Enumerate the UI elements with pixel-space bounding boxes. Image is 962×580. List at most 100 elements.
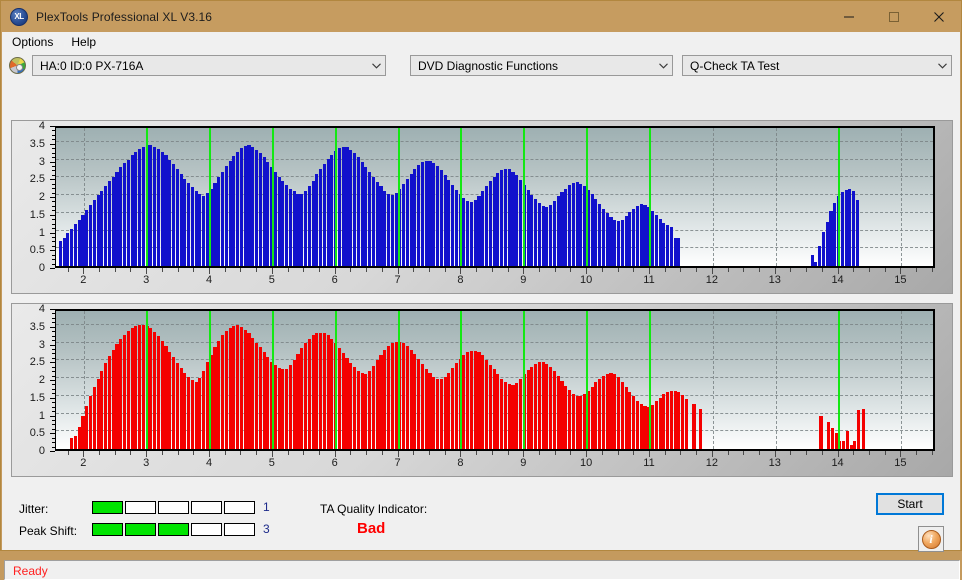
function-select[interactable]: DVD Diagnostic Functions xyxy=(410,55,673,76)
jitter-chart-y-axis: 0 0.5 1 1.5 2 2.5 3 3.5 4 xyxy=(12,120,55,274)
chart-bar xyxy=(319,168,323,266)
chart-bar xyxy=(534,363,538,449)
minimize-icon[interactable] xyxy=(826,1,871,32)
chart-bar xyxy=(473,351,477,449)
test-select[interactable]: Q-Check TA Test xyxy=(682,55,952,76)
chart-bar xyxy=(311,180,315,266)
chart-bar xyxy=(353,153,357,266)
chart-bar xyxy=(575,182,579,266)
x-axis-tick-label: 14 xyxy=(831,457,844,469)
x-axis-tick xyxy=(413,268,415,272)
info-button[interactable]: i xyxy=(918,526,944,552)
x-axis-tick xyxy=(916,268,918,272)
peak-shift-chart: 0 0.5 1 1.5 2 2.5 3 3.5 4 2 3 4 5 6 7 8 9 10 11 12 13 14 15 xyxy=(11,303,953,477)
chart-bar xyxy=(322,333,326,449)
chart-bar xyxy=(70,437,74,449)
chart-bar xyxy=(624,216,628,266)
chart-bar xyxy=(153,146,157,266)
menu-item-options[interactable]: Options xyxy=(4,33,61,51)
meter-cell xyxy=(125,523,156,536)
chart-marker-line xyxy=(271,311,274,449)
x-axis-tick-label: 12 xyxy=(705,457,718,469)
ta-quality-label: TA Quality Indicator: xyxy=(320,502,428,516)
x-axis-tick xyxy=(381,268,383,272)
chart-bar xyxy=(669,226,673,266)
chart-bar xyxy=(650,210,655,266)
chart-bar xyxy=(194,381,198,449)
x-axis-tick xyxy=(177,451,179,455)
chart-bar xyxy=(518,378,523,449)
chart-bar xyxy=(579,183,583,266)
chart-bar xyxy=(262,157,266,266)
chart-bar xyxy=(175,363,179,449)
chart-bar xyxy=(89,396,93,449)
chart-bar xyxy=(247,145,251,266)
x-axis-tick-label: 13 xyxy=(768,457,781,469)
chart-bar xyxy=(232,155,236,266)
chart-bar xyxy=(481,190,485,266)
chart-bar xyxy=(156,336,160,449)
x-axis-tick-label: 12 xyxy=(705,274,718,286)
chart-bar xyxy=(488,364,492,449)
x-axis-tick xyxy=(633,451,635,455)
chart-bar xyxy=(825,221,829,266)
chart-bar xyxy=(62,237,66,266)
chart-marker-line xyxy=(523,128,526,266)
chart-bar xyxy=(844,190,848,266)
chart-bar xyxy=(628,391,632,449)
chart-bar xyxy=(673,390,677,449)
y-axis-tick-label: 2.5 xyxy=(29,173,45,186)
y-axis-tick-label: 0 xyxy=(38,445,45,457)
chart-bar xyxy=(552,200,556,266)
chart-bar xyxy=(303,343,308,449)
chart-bar xyxy=(179,173,183,266)
chart-bar xyxy=(228,160,232,266)
chart-bar xyxy=(842,441,846,449)
chart-bar xyxy=(285,185,289,266)
chart-bar xyxy=(658,219,662,266)
x-axis-tick xyxy=(727,451,729,455)
menu-item-help[interactable]: Help xyxy=(63,33,104,51)
chart-bar xyxy=(141,325,145,449)
x-axis-tick-label: 11 xyxy=(643,274,655,286)
chart-bar xyxy=(541,362,545,449)
x-axis-tick xyxy=(193,268,195,272)
maximize-icon[interactable] xyxy=(871,1,916,32)
drive-select[interactable]: HA:0 ID:0 PX-716A xyxy=(32,55,386,76)
x-axis-tick xyxy=(413,451,415,455)
chart-bar xyxy=(840,192,844,266)
chart-bar xyxy=(300,194,304,266)
x-axis-tick xyxy=(177,268,179,272)
meter-cell xyxy=(224,523,255,536)
x-axis-tick-label: 15 xyxy=(894,274,907,286)
chart-bar xyxy=(447,180,451,266)
y-axis-tick-label: 3 xyxy=(38,338,45,351)
x-axis-tick xyxy=(821,268,823,272)
x-axis-tick xyxy=(350,451,352,455)
chart-bar xyxy=(564,188,568,266)
y-axis-tick-label: 3.5 xyxy=(29,137,45,150)
chart-bar xyxy=(473,199,477,266)
chart-bar xyxy=(368,172,372,266)
x-axis-tick xyxy=(256,451,258,455)
x-axis-tick xyxy=(366,268,368,272)
chart-bar xyxy=(77,219,81,266)
chart-bar xyxy=(326,335,330,449)
x-axis-tick xyxy=(130,268,132,272)
chart-bar xyxy=(303,191,308,266)
y-axis-tick-label: 1 xyxy=(38,226,45,239)
chart-bar xyxy=(107,356,111,449)
chart-bar xyxy=(251,146,255,266)
start-button[interactable]: Start xyxy=(876,493,944,515)
x-axis-tick-label: 5 xyxy=(268,274,275,286)
chart-bar xyxy=(443,377,447,449)
chart-bar xyxy=(537,362,541,449)
y-axis-tick-label: 3 xyxy=(38,155,45,168)
close-icon[interactable] xyxy=(916,1,961,32)
title-bar: XL PlexTools Professional XL V3.16 xyxy=(1,1,961,32)
x-axis-tick xyxy=(256,268,258,272)
chart-bar xyxy=(77,427,81,449)
chart-bar xyxy=(560,380,564,449)
chart-bar xyxy=(160,151,164,266)
peak-shift-meter xyxy=(92,523,255,536)
